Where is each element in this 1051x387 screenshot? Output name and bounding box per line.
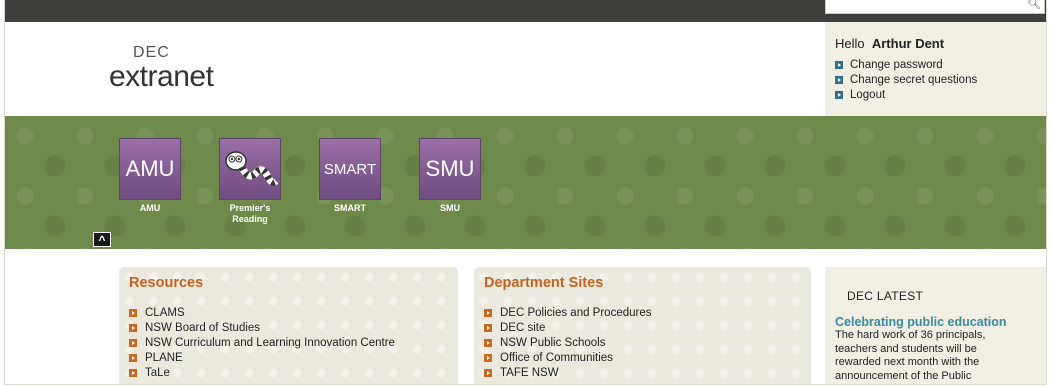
news-body: The hard work of 36 principals, teachers… xyxy=(835,329,986,382)
page-frame: 🔍︎ DEC extranet Hello Arthur Dent Change… xyxy=(4,0,1047,385)
tile-amu-label[interactable]: AMU xyxy=(119,203,181,214)
dept-link-policies[interactable]: DEC Policies and Procedures xyxy=(484,305,801,320)
user-greeting: Hello Arthur Dent xyxy=(835,36,1046,51)
search-icon[interactable]: 🔍︎ xyxy=(1027,0,1041,10)
arrow-bullet-icon xyxy=(835,75,843,84)
tile-smu[interactable]: SMU SMU xyxy=(419,138,485,225)
bookworm-icon xyxy=(225,151,278,186)
search-input[interactable]: 🔍︎ xyxy=(825,0,1045,14)
resource-link-board-of-studies[interactable]: NSW Board of Studies xyxy=(129,320,448,335)
dec-latest-title: DEC LATEST xyxy=(847,289,924,303)
arrow-bullet-icon xyxy=(484,369,492,378)
tile-premiers-reading[interactable]: Premier's Reading xyxy=(219,138,285,225)
tile-smu-label[interactable]: SMU xyxy=(419,203,481,214)
tile-amu[interactable]: AMU AMU xyxy=(119,138,185,225)
news-headline-link[interactable]: Celebrating public education xyxy=(835,315,1038,329)
tile-smart-box[interactable]: SMART xyxy=(319,138,381,200)
app-tiles: AMU AMU Premier's Reading SMART SMART SM… xyxy=(119,138,519,225)
arrow-bullet-icon xyxy=(484,323,492,332)
arrow-bullet-icon xyxy=(129,308,137,317)
header: DEC extranet Hello Arthur Dent Change pa… xyxy=(5,22,1046,116)
arrow-bullet-icon xyxy=(484,354,492,363)
dec-latest-panel: DEC LATEST Celebrating public education … xyxy=(825,267,1046,384)
user-name: Arthur Dent xyxy=(871,36,945,51)
arrow-bullet-icon xyxy=(484,338,492,347)
department-sites-title: Department Sites xyxy=(484,275,604,291)
resource-link-plane[interactable]: PLANE xyxy=(129,351,448,366)
change-password-link[interactable]: Change password xyxy=(835,57,1046,72)
greeting-text: Hello xyxy=(835,36,865,51)
tile-amu-box[interactable]: AMU xyxy=(119,138,181,200)
arrow-bullet-icon xyxy=(129,338,137,347)
logo-extranet[interactable]: extranet xyxy=(109,60,214,94)
arrow-bullet-icon xyxy=(129,323,137,332)
tile-smu-box[interactable]: SMU xyxy=(419,138,481,200)
tile-smart[interactable]: SMART SMART xyxy=(319,138,385,225)
arrow-bullet-icon xyxy=(835,60,843,69)
tile-smart-label[interactable]: SMART xyxy=(319,203,381,214)
top-bar: 🔍︎ xyxy=(5,0,1046,22)
resources-panel: Resources CLAMS NSW Board of Studies NSW… xyxy=(119,267,458,384)
department-sites-panel: Department Sites DEC Policies and Proced… xyxy=(474,267,811,384)
dept-link-tafe[interactable]: TAFE NSW xyxy=(484,366,801,381)
dept-link-dec-site[interactable]: DEC site xyxy=(484,320,801,335)
change-secret-questions-link[interactable]: Change secret questions xyxy=(835,72,1046,87)
resource-link-tale[interactable]: TaLe xyxy=(129,366,448,381)
arrow-bullet-icon xyxy=(835,90,843,99)
tile-premiers-reading-label[interactable]: Premier's Reading xyxy=(219,203,281,225)
resource-link-clams[interactable]: CLAMS xyxy=(129,305,448,320)
logout-link[interactable]: Logout xyxy=(835,87,1046,102)
arrow-bullet-icon xyxy=(129,369,137,378)
collapse-caret-icon[interactable]: ^ xyxy=(93,232,111,247)
arrow-bullet-icon xyxy=(484,308,492,317)
user-panel: Hello Arthur Dent Change password Change… xyxy=(825,22,1046,116)
tile-premiers-reading-box[interactable] xyxy=(219,138,281,200)
resources-title: Resources xyxy=(129,275,204,291)
user-links: Change password Change secret questions … xyxy=(835,57,1046,102)
resource-link-curriculum-centre[interactable]: NSW Curriculum and Learning Innovation C… xyxy=(129,335,448,350)
app-tiles-banner: AMU AMU Premier's Reading SMART SMART SM… xyxy=(5,116,1046,249)
arrow-bullet-icon xyxy=(129,354,137,363)
dept-link-communities[interactable]: Office of Communities xyxy=(484,351,801,366)
dept-link-public-schools[interactable]: NSW Public Schools xyxy=(484,335,801,350)
